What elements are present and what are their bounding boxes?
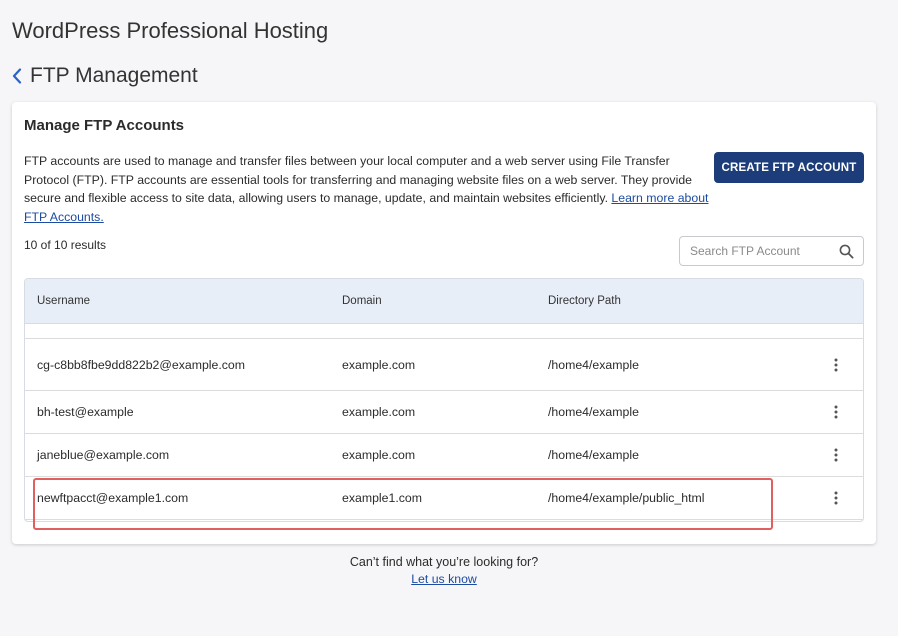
kebab-menu-icon[interactable] (831, 490, 841, 506)
create-ftp-account-button[interactable]: CREATE FTP ACCOUNT (714, 152, 864, 183)
username-cell: bh-test@example (37, 405, 134, 419)
header-directory: Directory Path (548, 295, 621, 307)
search-input[interactable] (680, 244, 830, 258)
domain-cell: example1.com (342, 491, 422, 505)
footer-link-wrap: Let us know (0, 572, 888, 586)
footer-question: Can’t find what you’re looking for? (349, 555, 539, 569)
description: FTP accounts are used to manage and tran… (24, 152, 710, 226)
domain-cell: example.com (342, 405, 416, 419)
table-spacer (25, 324, 863, 339)
search-icon[interactable] (839, 244, 854, 259)
table-row: bh-test@example example.com /home4/examp… (25, 391, 863, 434)
directory-cell: /home4/example (548, 357, 639, 372)
sub-header: FTP Management (10, 64, 198, 88)
username-cell: cg-c8bb8fbe9dd822b2@example.com (37, 357, 246, 372)
table-row: janeblue@example.com example.com /home4/… (25, 434, 863, 477)
kebab-menu-icon[interactable] (831, 447, 841, 463)
directory-cell: /home4/example (548, 448, 639, 462)
header-domain: Domain (342, 295, 382, 307)
let-us-know-link[interactable]: Let us know (411, 572, 477, 586)
username-cell: janeblue@example.com (37, 448, 170, 462)
page-title: WordPress Professional Hosting (12, 18, 329, 43)
section-title: FTP Management (30, 64, 198, 87)
domain-cell: example.com (342, 357, 416, 372)
table-row: cg-c8bb8fbe9dd822b2@example.com example.… (25, 339, 863, 391)
table-header: Username Domain Directory Path (25, 279, 863, 324)
search-box[interactable] (679, 236, 864, 266)
kebab-menu-icon[interactable] (831, 357, 841, 373)
domain-cell: example.com (342, 448, 416, 462)
kebab-menu-icon[interactable] (831, 404, 841, 420)
username-cell: newftpacct@example1.com (37, 491, 189, 505)
ftp-accounts-card: Manage FTP Accounts FTP accounts are use… (12, 102, 876, 544)
results-count: 10 of 10 results (24, 238, 107, 252)
description-text: FTP accounts are used to manage and tran… (24, 154, 692, 205)
chevron-left-icon[interactable] (10, 65, 24, 87)
directory-cell: /home4/example/public_html (548, 491, 705, 505)
directory-cell: /home4/example (548, 405, 639, 419)
header-username: Username (37, 295, 91, 307)
card-title: Manage FTP Accounts (24, 117, 185, 134)
ftp-accounts-table: Username Domain Directory Path cg-c8bb8f… (24, 278, 864, 522)
table-row: newftpacct@example1.com example1.com /ho… (25, 477, 863, 520)
